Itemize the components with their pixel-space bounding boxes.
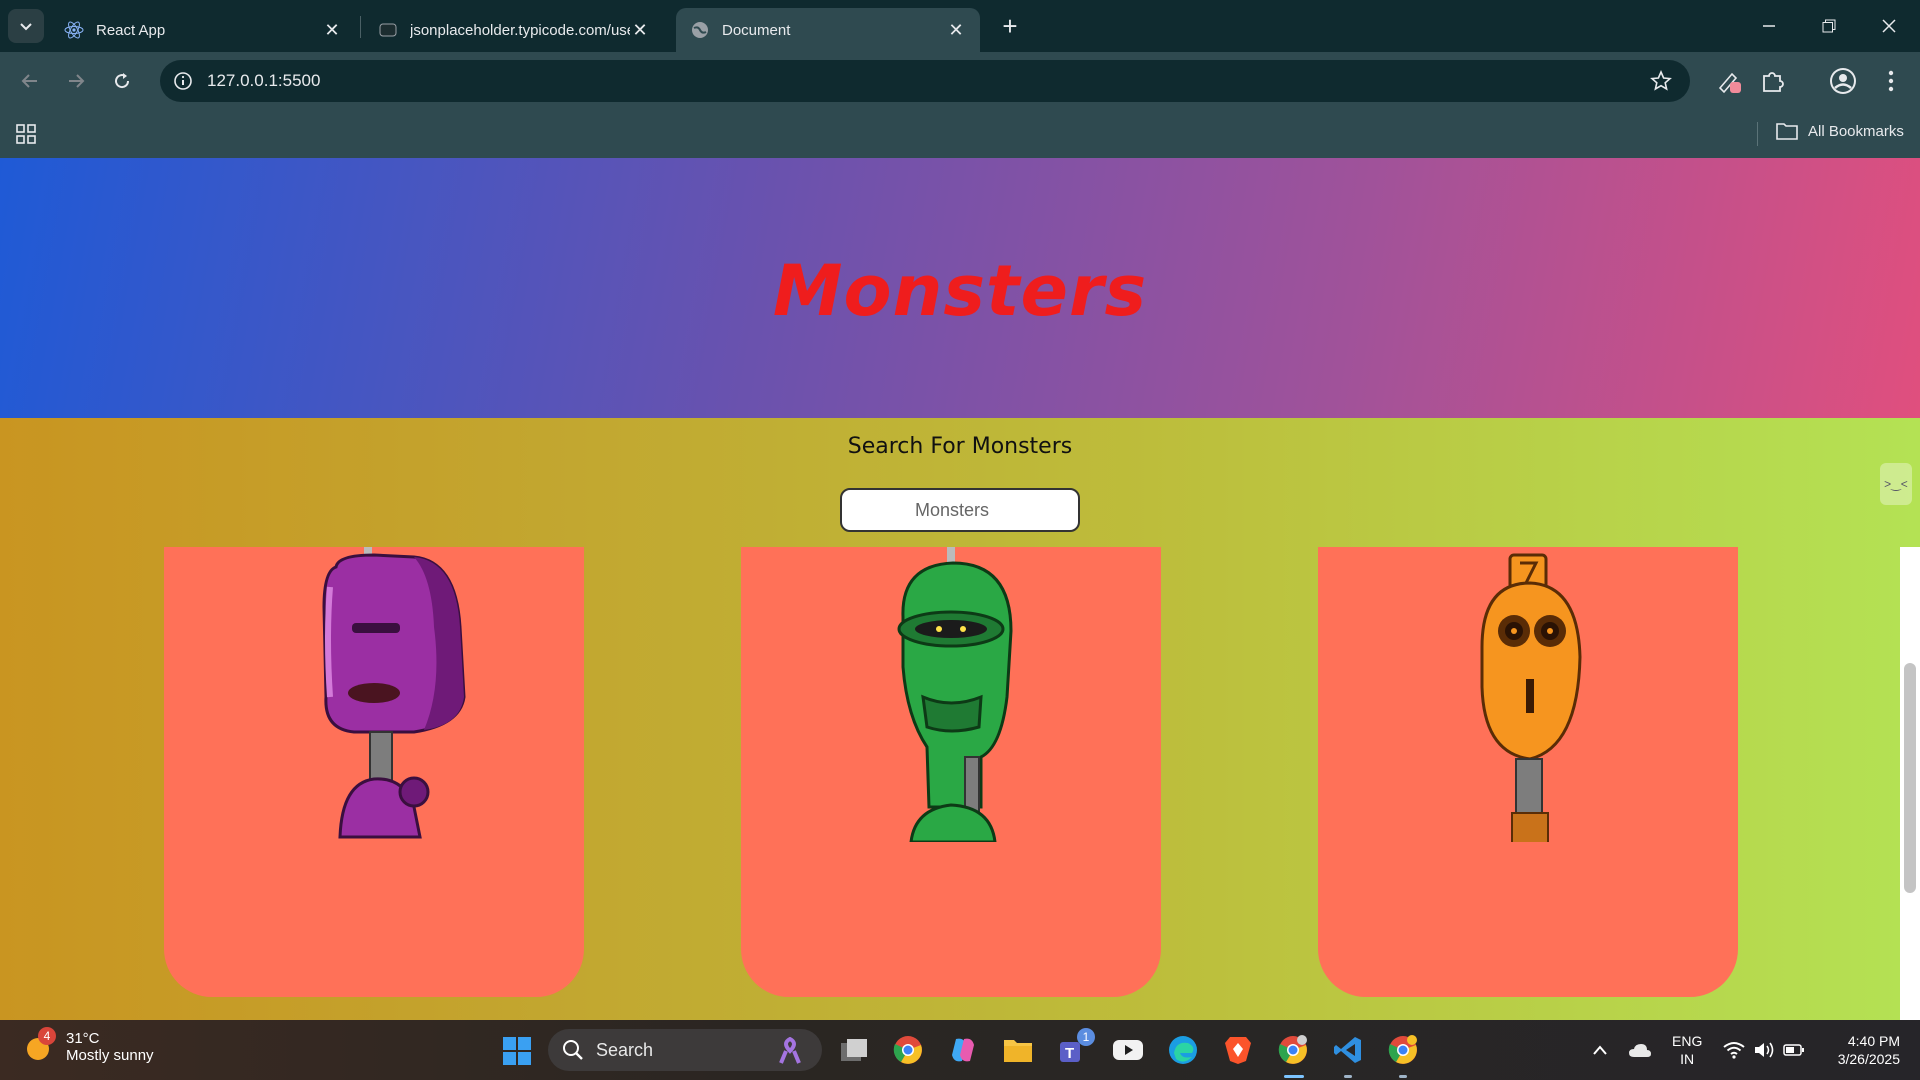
monster-card[interactable] (741, 547, 1161, 997)
battery-icon[interactable] (1782, 1038, 1806, 1062)
chrome-icon[interactable] (890, 1032, 926, 1068)
copilot-icon[interactable] (945, 1032, 981, 1068)
running-app-indicator (1399, 1075, 1407, 1078)
teams-icon[interactable]: T 1 (1055, 1028, 1095, 1068)
purple-robot-monster (322, 547, 466, 839)
chrome-alt-profile-icon[interactable] (1385, 1032, 1421, 1068)
browser-toolbar: 127.0.0.1:5500 (0, 52, 1920, 110)
clock[interactable]: 4:40 PM 3/26/2025 (1826, 1032, 1900, 1068)
forward-button[interactable] (60, 65, 92, 97)
teams-badge: 1 (1077, 1028, 1095, 1046)
profile-avatar-icon[interactable] (1826, 64, 1860, 98)
active-app-indicator (1284, 1075, 1304, 1078)
new-tab-button[interactable]: + (996, 11, 1024, 41)
extension-pen-icon[interactable] (1712, 64, 1746, 98)
address-bar[interactable]: 127.0.0.1:5500 (160, 60, 1690, 102)
weather-condition: Mostly sunny (66, 1047, 154, 1064)
language-code: ENG (1672, 1033, 1703, 1049)
minimize-icon (1763, 25, 1775, 27)
language-indicator[interactable]: ENG IN (1672, 1032, 1702, 1068)
arrow-right-icon (69, 74, 85, 88)
windows-start-icon[interactable] (502, 1036, 532, 1066)
chrome-profile-icon[interactable] (1275, 1032, 1311, 1068)
menu-kebab-icon[interactable] (1874, 64, 1908, 98)
running-app-indicator (1344, 1075, 1352, 1078)
minimize-button[interactable] (1746, 8, 1792, 44)
orange-robot-monster (1480, 553, 1582, 842)
bookmark-star-icon[interactable] (1648, 68, 1674, 94)
restore-icon (1822, 19, 1836, 33)
tab-search-button[interactable] (8, 9, 44, 43)
task-view-icon[interactable] (836, 1032, 872, 1068)
back-button[interactable] (14, 65, 46, 97)
all-bookmarks-button[interactable]: All Bookmarks (1776, 122, 1904, 140)
windows-taskbar: 4 31°C Mostly sunny Search T 1 ENG IN 4:… (0, 1020, 1920, 1080)
monster-card[interactable] (1318, 547, 1738, 997)
close-icon[interactable]: ✕ (322, 20, 342, 40)
apps-grid-icon[interactable] (14, 122, 38, 146)
search-heading: Search For Monsters (847, 434, 1073, 459)
reload-button[interactable] (106, 65, 138, 97)
tab-document[interactable]: Document ✕ (676, 8, 980, 52)
restore-button[interactable] (1806, 8, 1852, 44)
search-input[interactable] (840, 488, 1080, 532)
svg-text:T: T (1065, 1045, 1074, 1062)
ribbon-icon (779, 1037, 801, 1064)
page-viewport: Monsters Search For Monsters Monsters >‿… (0, 158, 1920, 1020)
url-text[interactable]: 127.0.0.1:5500 (207, 71, 320, 91)
tab-title: jsonplaceholder.typicode.com/use (410, 21, 630, 39)
youtube-icon[interactable] (1110, 1032, 1146, 1068)
close-window-button[interactable] (1866, 8, 1912, 44)
hero-banner: Monsters (0, 158, 1920, 418)
side-panel-toggle-icon[interactable]: >‿< (1880, 463, 1912, 505)
extensions-puzzle-icon[interactable] (1756, 64, 1790, 98)
bookmark-separator (1757, 122, 1758, 146)
onedrive-cloud-icon[interactable] (1628, 1038, 1652, 1062)
tab-title: React App (96, 21, 166, 39)
clock-date: 3/26/2025 (1837, 1051, 1900, 1067)
tab-react-app[interactable]: React App ✕ (50, 8, 356, 52)
browser-tab-strip: React App ✕ jsonplaceholder.typicode.com… (0, 0, 1920, 52)
reload-icon (115, 73, 130, 89)
globe-icon (690, 20, 710, 40)
close-icon[interactable]: ✕ (946, 20, 966, 40)
weather-widget[interactable]: 4 31°C Mostly sunny (24, 1027, 154, 1064)
vscode-icon[interactable] (1330, 1032, 1366, 1068)
monster-card[interactable] (164, 547, 584, 997)
json-site-icon (378, 20, 398, 40)
brave-icon[interactable] (1220, 1032, 1256, 1068)
tab-jsonplaceholder[interactable]: jsonplaceholder.typicode.com/use ✕ (364, 8, 664, 52)
edge-icon[interactable] (1165, 1032, 1201, 1068)
clock-time: 4:40 PM (1847, 1033, 1900, 1049)
green-robot-monster (897, 547, 1013, 842)
react-icon (64, 20, 84, 40)
chevron-down-icon (20, 23, 32, 31)
volume-icon[interactable] (1752, 1038, 1776, 1062)
scrollbar-thumb[interactable] (1904, 663, 1916, 893)
weather-temp: 31°C (66, 1030, 100, 1047)
site-info-icon[interactable] (170, 68, 196, 94)
folder-icon (1776, 123, 1798, 140)
weather-badge: 4 (38, 1027, 56, 1045)
region-code: IN (1680, 1051, 1695, 1067)
close-icon (1882, 19, 1896, 33)
search-icon (563, 1040, 583, 1060)
tab-title: Document (722, 21, 791, 39)
all-bookmarks-label: All Bookmarks (1808, 122, 1904, 140)
show-hidden-icons-chevron-icon[interactable] (1588, 1038, 1612, 1062)
weather-sun-icon: 4 (24, 1027, 56, 1063)
page-title: Monsters (772, 250, 1148, 332)
file-explorer-icon[interactable] (1000, 1032, 1036, 1068)
taskbar-search-label: Search (596, 1039, 654, 1060)
arrow-left-icon (21, 74, 37, 88)
monsters-section: Search For Monsters Monsters >‿< (0, 418, 1920, 1020)
bookmarks-bar: All Bookmarks (0, 110, 1920, 158)
tab-separator (360, 16, 361, 38)
taskbar-search-box[interactable]: Search (548, 1029, 822, 1071)
wifi-icon[interactable] (1722, 1038, 1746, 1062)
close-icon[interactable]: ✕ (630, 20, 650, 40)
